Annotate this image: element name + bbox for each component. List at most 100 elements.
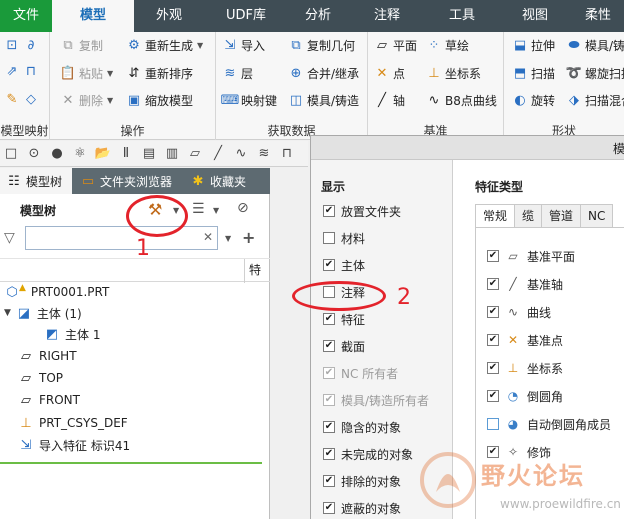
tab-tools[interactable]: 工具 bbox=[426, 0, 498, 32]
tab-flexible[interactable]: 柔性 bbox=[572, 0, 624, 32]
top-view-icon[interactable]: Ⅱ bbox=[117, 145, 135, 163]
print-icon[interactable]: ▥ bbox=[163, 145, 181, 163]
zoom-icon[interactable]: ⊙ bbox=[25, 145, 43, 163]
paste-button[interactable]: 📋 粘贴 ▼ bbox=[60, 62, 113, 84]
curve-button[interactable]: ∿ B8点曲线 bbox=[426, 89, 497, 111]
checkbox[interactable]: ✔ bbox=[487, 306, 499, 318]
swept-blend-button[interactable]: ⬗扫描混合 bbox=[566, 89, 624, 111]
layer-button[interactable]: ≋ 层 bbox=[222, 62, 253, 84]
tab-model[interactable]: 模型 bbox=[52, 0, 134, 32]
display-option[interactable]: ✔ 截面 bbox=[323, 337, 365, 355]
sweep-button[interactable]: ⬒ 扫描 bbox=[512, 62, 555, 84]
column-header-feature[interactable]: 特 bbox=[244, 259, 261, 283]
checkbox[interactable]: ✔ bbox=[487, 250, 499, 262]
feature-type-option[interactable]: ✔ ▱ 基准平面 bbox=[487, 247, 575, 265]
checkbox[interactable]: ✔ bbox=[323, 421, 335, 433]
tree-node-bodies[interactable]: ▼ ◪ 主体 (1) bbox=[4, 303, 82, 323]
tree-node-front[interactable]: ▱ FRONT bbox=[18, 390, 80, 410]
feature-type-option[interactable]: ◕ 自动倒圆角成员 bbox=[487, 415, 611, 433]
tree-node-body-1[interactable]: ◩ 主体 1 bbox=[44, 324, 101, 344]
checkbox[interactable]: ✔ bbox=[323, 340, 335, 352]
feature-type-option[interactable]: ✔ ∿ 曲线 bbox=[487, 303, 551, 321]
publish-icon[interactable]: ✎ bbox=[4, 91, 20, 107]
csys-button[interactable]: ⊥ 坐标系 bbox=[426, 62, 481, 84]
import-button[interactable]: ⇲ 导入 bbox=[222, 34, 265, 56]
tab-model-tree[interactable]: ☷ 模型树 bbox=[0, 168, 72, 194]
checkbox[interactable]: ✔ bbox=[323, 502, 335, 514]
tab-folder-browser[interactable]: ▭ 文件夹浏览器 bbox=[74, 168, 182, 194]
tab-annotate[interactable]: 注释 bbox=[348, 0, 426, 32]
filter-icon[interactable]: ▽ bbox=[4, 230, 15, 246]
visibility-icon[interactable]: ⊘ bbox=[237, 200, 249, 216]
display-option[interactable]: ✔ 排除的对象 bbox=[323, 472, 401, 490]
save-icon[interactable]: ▤ bbox=[140, 145, 158, 163]
expand-triangle-icon[interactable]: ▼ bbox=[4, 308, 11, 318]
helical-sweep-button[interactable]: ➰螺旋扫描 bbox=[566, 62, 624, 84]
tab-favorites[interactable]: ✱ 收藏夹 bbox=[184, 168, 266, 194]
section-icon[interactable]: ⊓ bbox=[278, 145, 296, 163]
display-option[interactable]: ✔ 隐含的对象 bbox=[323, 418, 401, 436]
feature-type-option[interactable]: ✔ ✕ 基准点 bbox=[487, 331, 563, 349]
checkbox[interactable]: ✔ bbox=[323, 475, 335, 487]
axis-button[interactable]: ╱ 轴 bbox=[374, 89, 405, 111]
copy-button[interactable]: ⧉ 复制 bbox=[60, 34, 103, 56]
datum-axis-toggle-icon[interactable]: ╱ bbox=[209, 145, 227, 163]
tab-nc[interactable]: NC bbox=[580, 204, 614, 228]
tab-view[interactable]: 视图 bbox=[498, 0, 572, 32]
checkbox[interactable]: ✔ bbox=[487, 362, 499, 374]
add-icon[interactable]: + bbox=[242, 228, 255, 247]
datum-plane-toggle-icon[interactable]: ▱ bbox=[186, 145, 204, 163]
mapkey-button[interactable]: ⌨ 映射键 bbox=[221, 89, 277, 111]
network-icon[interactable]: ⚛ bbox=[71, 145, 89, 163]
delete-button[interactable]: ✕ 删除 ▼ bbox=[60, 89, 114, 111]
new-icon[interactable]: □ bbox=[2, 145, 20, 163]
chevron-down-icon[interactable]: ▼ bbox=[225, 234, 231, 243]
chevron-down-icon[interactable]: ▼ bbox=[213, 206, 219, 215]
checkbox[interactable] bbox=[323, 232, 335, 244]
family-table-icon[interactable]: ⊓ bbox=[23, 63, 39, 79]
tab-general[interactable]: 常规 bbox=[475, 204, 516, 228]
checkbox[interactable]: ✔ bbox=[323, 313, 335, 325]
show-list-icon[interactable]: ☰ bbox=[192, 201, 205, 217]
checkbox[interactable]: ✔ bbox=[487, 390, 499, 402]
display-option[interactable]: ✔ 未完成的对象 bbox=[323, 445, 413, 463]
open-folder-icon[interactable]: 📂 bbox=[94, 145, 112, 163]
component-interface-icon[interactable]: ◇ bbox=[23, 91, 39, 107]
sphere-icon[interactable]: ● bbox=[48, 145, 66, 163]
display-option[interactable]: ✔ 放置文件夹 bbox=[323, 202, 401, 220]
feature-type-option[interactable]: ✔ ⊥ 坐标系 bbox=[487, 359, 563, 377]
checkbox[interactable]: ✔ bbox=[487, 334, 499, 346]
display-option[interactable]: ✔ 主体 bbox=[323, 256, 365, 274]
copy-geometry-button[interactable]: ⧉ 复制几何 bbox=[288, 34, 355, 56]
checkbox[interactable]: ✔ bbox=[323, 448, 335, 460]
merge-inherit-button[interactable]: ⊕ 合并/继承 bbox=[288, 62, 360, 84]
tree-node-top[interactable]: ▱ TOP bbox=[18, 368, 63, 388]
regenerate-button[interactable]: ⚙ 重新生成 ▼ bbox=[126, 34, 203, 56]
clear-icon[interactable]: ✕ bbox=[203, 230, 213, 244]
tree-node-csys[interactable]: ⊥ PRT_CSYS_DEF bbox=[18, 413, 127, 433]
checkbox[interactable] bbox=[487, 418, 499, 430]
revolve-button[interactable]: ◐ 旋转 bbox=[512, 89, 555, 111]
display-option[interactable]: ✔ 遮蔽的对象 bbox=[323, 499, 401, 517]
sketch-button[interactable]: ⁘ 草绘 bbox=[426, 34, 469, 56]
mold-cast-button[interactable]: ◫ 模具/铸造 bbox=[288, 89, 359, 111]
shrinkwrap-button[interactable]: ▣ 缩放模型 bbox=[126, 89, 193, 111]
tree-search-field[interactable]: ✕ bbox=[25, 226, 218, 250]
plane-button[interactable]: ▱ 平面 bbox=[374, 34, 417, 56]
tab-analysis[interactable]: 分析 bbox=[288, 0, 348, 32]
tab-appearance[interactable]: 外观 bbox=[134, 0, 204, 32]
mold-shape-button[interactable]: ⬬ 模具/铸 bbox=[566, 34, 624, 56]
tree-node-right[interactable]: ▱ RIGHT bbox=[18, 346, 77, 366]
pattern-icon[interactable]: ≋ bbox=[255, 145, 273, 163]
switch-dimensions-icon[interactable]: ⇗ bbox=[4, 63, 20, 79]
tab-file[interactable]: 文件 bbox=[0, 0, 52, 32]
relations-icon[interactable]: ⊡ bbox=[4, 37, 20, 53]
tab-piping[interactable]: 管道 bbox=[541, 204, 582, 228]
display-option[interactable]: ✔ 特征 bbox=[323, 310, 365, 328]
parameters-icon[interactable]: ∂ bbox=[23, 37, 39, 53]
feature-type-option[interactable]: ✔ ╱ 基准轴 bbox=[487, 275, 563, 293]
feature-type-option[interactable]: ✔ ◔ 倒圆角 bbox=[487, 387, 563, 405]
curve-toggle-icon[interactable]: ∿ bbox=[232, 145, 250, 163]
point-button[interactable]: ✕ 点 bbox=[374, 62, 405, 84]
tree-node-part[interactable]: ⬡ ▲ PRT0001.PRT bbox=[4, 282, 109, 302]
